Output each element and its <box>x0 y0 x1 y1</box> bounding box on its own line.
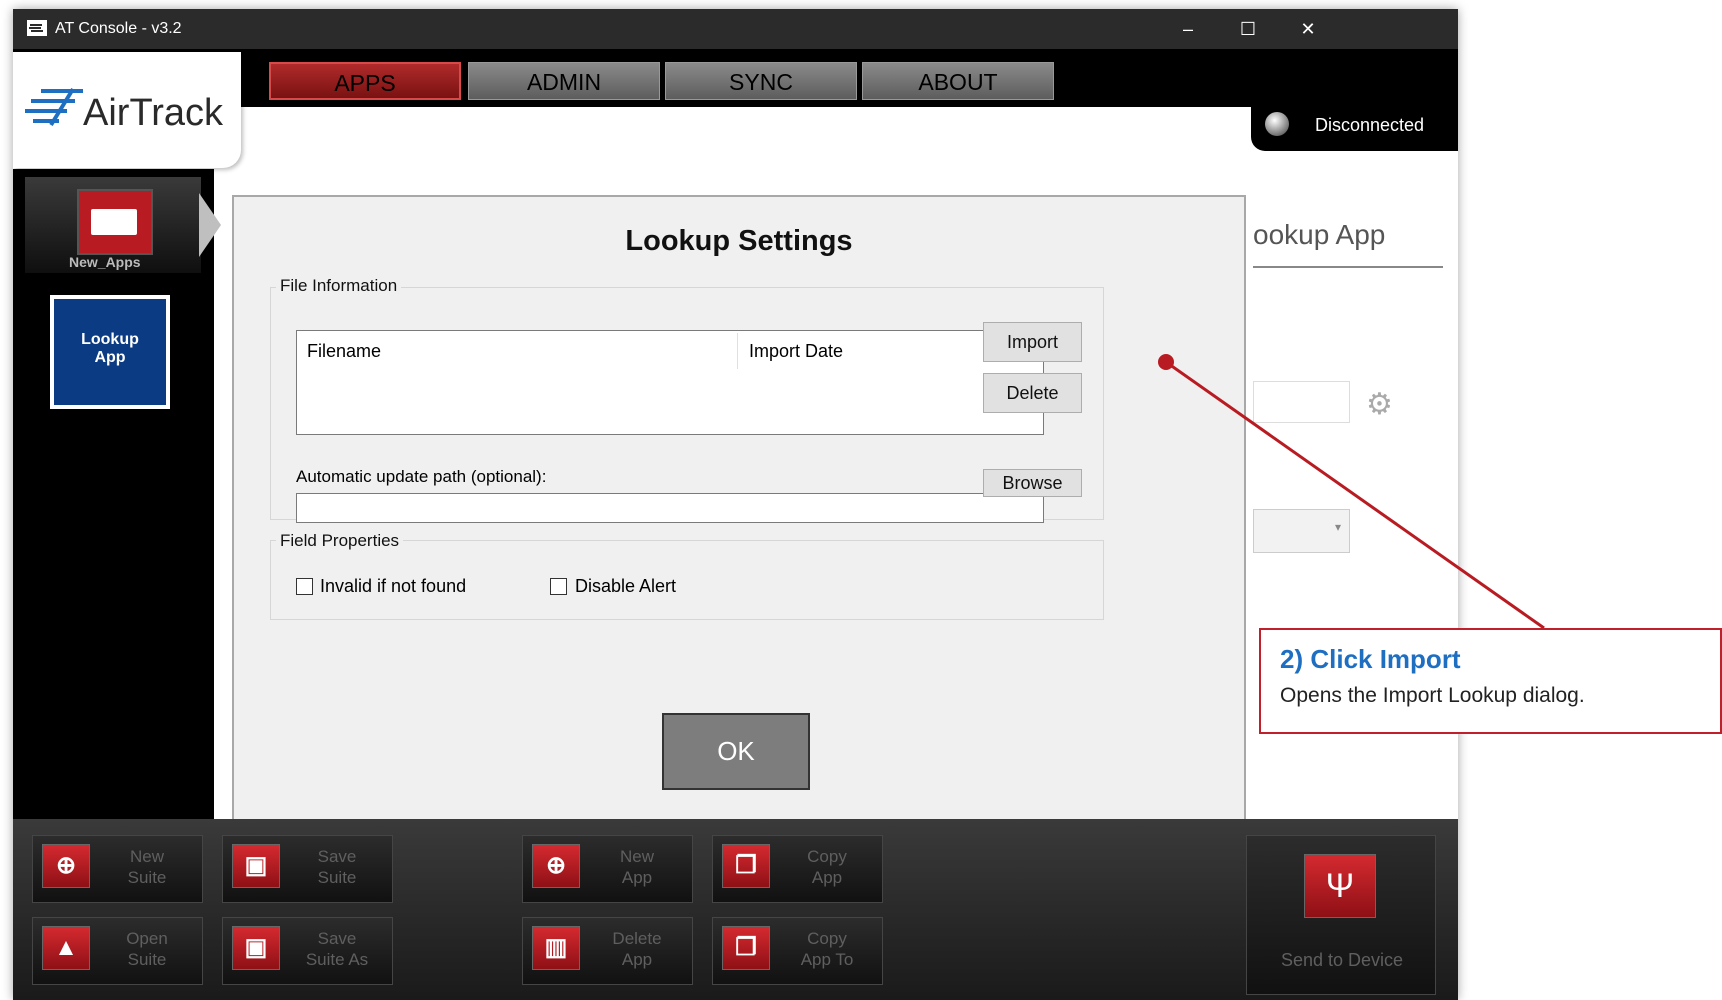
disable-alert-label: Disable Alert <box>575 576 677 596</box>
save-suite-line2: Suite <box>317 868 357 887</box>
browse-button[interactable]: Browse <box>983 469 1082 497</box>
window-title: AT Console - v3.2 <box>55 20 182 37</box>
close-button[interactable]: ✕ <box>1278 9 1338 49</box>
new-app-button[interactable]: ⊕ New App <box>522 835 693 903</box>
bottom-toolbar: ⊕ New Suite ▣ Save Suite ⊕ New App ❐ Cop… <box>13 819 1458 1000</box>
new-app-line2: App <box>621 868 653 887</box>
save-suite-as-line1: Save <box>317 929 357 948</box>
page-title: ookup App <box>1253 219 1386 250</box>
background-select[interactable]: ▾ <box>1253 509 1350 553</box>
tab-admin[interactable]: ADMIN <box>468 62 660 100</box>
column-filename[interactable]: Filename <box>307 341 381 362</box>
copy-icon: ❐ <box>722 844 770 888</box>
connection-status: Disconnected <box>1251 99 1458 151</box>
copy-app-to-line2: App To <box>800 950 854 969</box>
send-to-device-label: Send to Device <box>1280 950 1404 970</box>
delete-app-line1: Delete <box>612 929 662 948</box>
callout-description: Opens the Import Lookup dialog. <box>1280 684 1585 707</box>
copy-app-to-button[interactable]: ❐ Copy App To <box>712 917 883 985</box>
suite-item[interactable]: New_Apps <box>25 177 221 273</box>
chevron-down-icon: ▾ <box>1334 520 1341 534</box>
copy-app-line2: App <box>811 868 843 887</box>
copy-app-to-line1: Copy <box>807 929 847 948</box>
open-suite-line1: Open <box>126 929 168 948</box>
background-input[interactable] <box>1253 381 1350 423</box>
folder-icon <box>77 189 153 255</box>
copy-app-button[interactable]: ❐ Copy App <box>712 835 883 903</box>
airtrack-logo: AirTrack <box>13 52 241 168</box>
delete-app-button[interactable]: ▥ Delete App <box>522 917 693 985</box>
tab-about[interactable]: ABOUT <box>862 62 1054 100</box>
suite-label: New_Apps <box>69 254 141 270</box>
open-folder-icon: ▲ <box>42 926 90 970</box>
maximize-button[interactable]: ☐ <box>1218 9 1278 49</box>
import-button[interactable]: Import <box>983 322 1082 362</box>
column-import-date[interactable]: Import Date <box>749 341 843 362</box>
title-bar[interactable]: AT Console - v3.2 – ☐ ✕ <box>13 9 1458 49</box>
app-tile-line1: Lookup <box>81 331 139 348</box>
open-suite-button[interactable]: ▲ Open Suite <box>32 917 203 985</box>
logo-text: AirTrack <box>83 92 224 134</box>
ok-button[interactable]: OK <box>662 713 810 790</box>
save-suite-line1: Save <box>317 847 357 866</box>
new-app-line1: New <box>619 847 654 866</box>
minimize-button[interactable]: – <box>1158 9 1218 49</box>
delete-button[interactable]: Delete <box>983 373 1082 413</box>
save-suite-as-button[interactable]: ▣ Save Suite As <box>222 917 393 985</box>
invalid-if-not-found-label: Invalid if not found <box>320 576 467 596</box>
new-suite-line1: New <box>129 847 164 866</box>
gear-icon[interactable]: ⚙ <box>1366 387 1393 422</box>
sidebar: New_Apps Lookup App <box>13 169 221 819</box>
status-label: Disconnected <box>1315 115 1425 135</box>
column-separator <box>737 333 738 369</box>
send-to-device-button[interactable]: Ψ Send to Device <box>1246 835 1436 995</box>
tab-sync[interactable]: SYNC <box>665 62 857 100</box>
save-as-icon: ▣ <box>232 926 280 970</box>
instruction-callout: 2) Click Import Opens the Import Lookup … <box>1259 628 1722 734</box>
new-suite-button[interactable]: ⊕ New Suite <box>32 835 203 903</box>
update-path-label: Automatic update path (optional): <box>296 467 547 486</box>
copy-to-icon: ❐ <box>722 926 770 970</box>
add-icon: ⊕ <box>42 844 90 888</box>
copy-app-line1: Copy <box>807 847 847 866</box>
dialog-title: Lookup Settings <box>625 225 853 257</box>
save-icon: ▣ <box>232 844 280 888</box>
app-icon <box>27 20 47 36</box>
lookup-settings-dialog: Lookup Settings File Information Filenam… <box>232 195 1246 823</box>
file-information-label: File Information <box>276 276 402 296</box>
app-tile-lookup[interactable]: Lookup App <box>50 295 170 409</box>
logo-icon <box>25 87 83 127</box>
update-path-input[interactable] <box>296 493 1044 523</box>
delete-app-line2: App <box>621 950 653 969</box>
status-indicator-icon <box>1265 112 1289 136</box>
disable-alert-checkbox[interactable] <box>550 578 567 595</box>
lookup-file-list[interactable]: Filename Import Date <box>296 330 1044 435</box>
field-properties-label: Field Properties <box>276 531 404 551</box>
trash-icon: ▥ <box>532 926 580 970</box>
new-suite-line2: Suite <box>127 868 167 887</box>
expand-arrow-icon[interactable] <box>199 193 221 257</box>
usb-icon: Ψ <box>1304 854 1376 918</box>
tab-apps[interactable]: APPS <box>269 62 461 100</box>
callout-title: 2) Click Import <box>1280 644 1461 674</box>
open-suite-line2: Suite <box>127 950 167 969</box>
save-suite-as-line2: Suite As <box>305 950 369 969</box>
invalid-if-not-found-checkbox[interactable] <box>296 578 313 595</box>
app-window: AT Console - v3.2 – ☐ ✕ APPS ADMIN SYNC … <box>13 9 1458 1000</box>
save-suite-button[interactable]: ▣ Save Suite <box>222 835 393 903</box>
app-tile-line2: App <box>94 349 126 366</box>
add-icon: ⊕ <box>532 844 580 888</box>
title-underline <box>1253 266 1443 268</box>
